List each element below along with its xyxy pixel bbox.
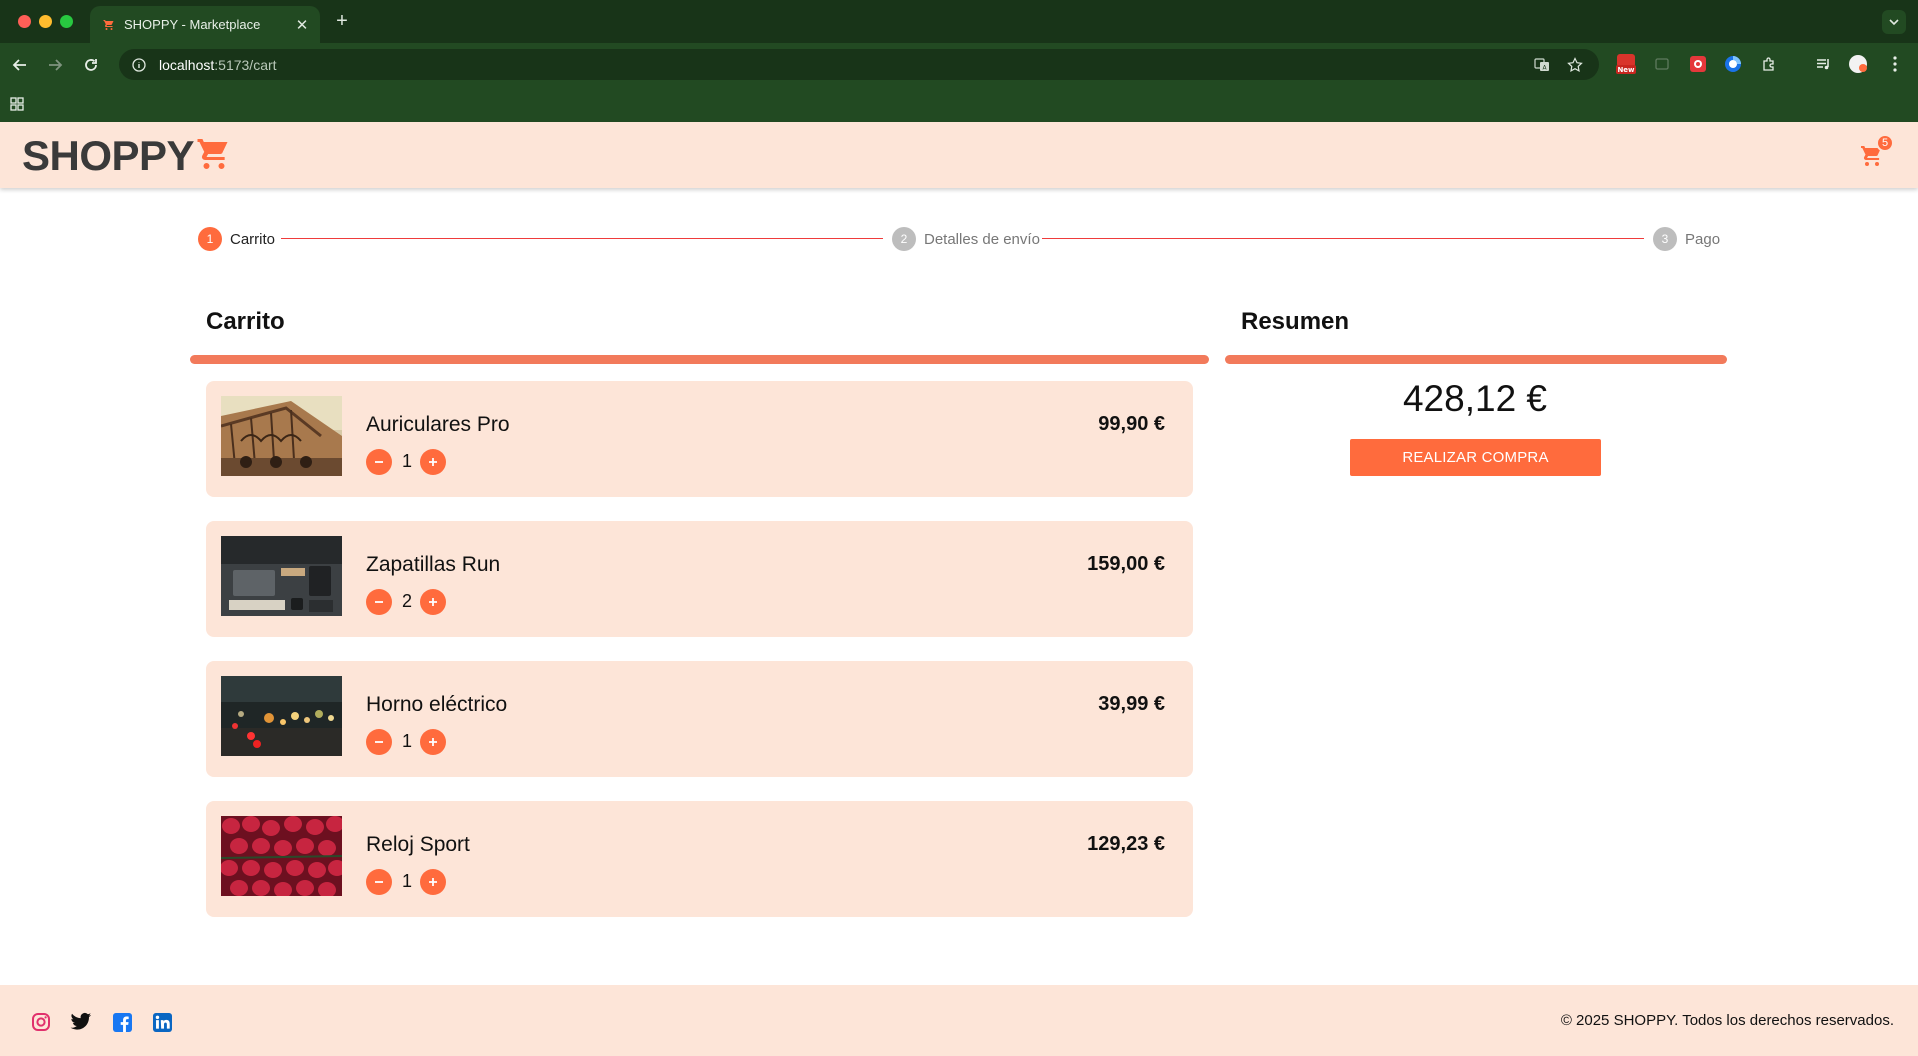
minimize-window-button[interactable] xyxy=(39,15,52,28)
copyright-text: © 2025 SHOPPY. Todos los derechos reserv… xyxy=(1560,1012,1894,1029)
increase-quantity-button[interactable] xyxy=(420,729,446,755)
cart-item: Auriculares Pro 99,90 € 1 xyxy=(206,381,1193,497)
increase-quantity-button[interactable] xyxy=(420,589,446,615)
decrease-quantity-button[interactable] xyxy=(366,869,392,895)
step-connector xyxy=(281,238,883,239)
product-name: Auriculares Pro xyxy=(366,413,510,436)
translate-icon[interactable]: A xyxy=(1533,56,1551,74)
quantity-value: 1 xyxy=(401,731,412,751)
cart-favicon-icon xyxy=(102,18,116,32)
step-number: 2 xyxy=(892,227,916,251)
footer: © 2025 SHOPPY. Todos los derechos reserv… xyxy=(0,985,1918,1056)
app-header: SHOPPY 5 xyxy=(0,122,1918,188)
step-number: 1 xyxy=(198,227,222,251)
step-label: Carrito xyxy=(230,230,276,248)
quantity-value: 2 xyxy=(401,591,412,611)
step-label: Pago xyxy=(1685,230,1721,248)
product-price: 39,99 € xyxy=(1098,693,1165,715)
cart-item: Horno eléctrico 39,99 € 1 xyxy=(206,661,1193,777)
instagram-icon[interactable] xyxy=(30,1011,52,1033)
step-connector xyxy=(1042,238,1644,239)
logo[interactable]: SHOPPY xyxy=(22,132,232,180)
checkout-button[interactable]: REALIZAR COMPRA xyxy=(1350,439,1601,476)
tab-close-icon[interactable]: ✕ xyxy=(294,16,310,34)
extension-new-icon[interactable]: New xyxy=(1615,53,1637,75)
cart-count-badge: 5 xyxy=(1876,134,1894,152)
apps-grid-icon[interactable] xyxy=(10,97,26,113)
product-name: Reloj Sport xyxy=(366,833,470,856)
profile-avatar-icon[interactable] xyxy=(1847,53,1869,75)
facebook-icon[interactable] xyxy=(111,1011,133,1033)
increase-quantity-button[interactable] xyxy=(420,449,446,475)
order-total: 428,12 € xyxy=(1402,378,1548,419)
twitter-icon[interactable] xyxy=(70,1011,92,1033)
url-host: localhost xyxy=(159,56,215,73)
product-price: 129,23 € xyxy=(1087,833,1165,855)
media-controls-icon[interactable] xyxy=(1812,53,1834,75)
product-image xyxy=(221,536,342,616)
product-image xyxy=(221,396,342,476)
address-bar[interactable]: localhost:5173/cart A xyxy=(119,49,1599,80)
cart-title: Carrito xyxy=(206,308,285,335)
summary-divider xyxy=(1225,355,1727,364)
url-path: :5173/cart xyxy=(214,56,277,73)
checkout-stepper: 1 Carrito 2 Detalles de envío 3 Pago xyxy=(198,226,1720,252)
step-shipping[interactable]: 2 Detalles de envío xyxy=(892,226,1040,252)
step-label: Detalles de envío xyxy=(924,230,1040,248)
browser-toolbar: localhost:5173/cart A New xyxy=(0,43,1918,86)
new-tab-icon[interactable]: + xyxy=(332,10,352,33)
browser-tab[interactable]: SHOPPY - Marketplace ✕ xyxy=(90,6,320,43)
increase-quantity-button[interactable] xyxy=(420,869,446,895)
browser-tab-strip: SHOPPY - Marketplace ✕ + xyxy=(0,0,1918,43)
tab-search-icon[interactable] xyxy=(1882,10,1906,34)
maximize-window-button[interactable] xyxy=(60,15,73,28)
back-icon[interactable] xyxy=(8,53,32,77)
product-image xyxy=(221,816,342,896)
reload-icon[interactable] xyxy=(79,53,103,77)
step-payment[interactable]: 3 Pago xyxy=(1653,226,1720,252)
logo-text: SHOPPY xyxy=(22,132,195,179)
product-price: 99,90 € xyxy=(1098,413,1165,435)
tab-title: SHOPPY - Marketplace xyxy=(124,17,261,32)
product-image xyxy=(221,676,342,756)
quantity-value: 1 xyxy=(401,871,412,891)
decrease-quantity-button[interactable] xyxy=(366,589,392,615)
extensions-puzzle-icon[interactable] xyxy=(1758,53,1780,75)
linkedin-icon[interactable] xyxy=(151,1011,173,1033)
site-info-icon[interactable] xyxy=(131,57,147,73)
svg-text:New: New xyxy=(1617,66,1635,74)
bookmark-star-icon[interactable] xyxy=(1566,56,1584,74)
bookmarks-bar xyxy=(0,86,1918,122)
step-cart[interactable]: 1 Carrito xyxy=(198,226,275,252)
cart-item: Zapatillas Run 159,00 € 2 xyxy=(206,521,1193,637)
extension-window-icon[interactable] xyxy=(1651,53,1673,75)
product-name: Horno eléctrico xyxy=(366,693,508,716)
product-price: 159,00 € xyxy=(1087,553,1165,575)
cart-item: Reloj Sport 129,23 € 1 xyxy=(206,801,1193,917)
step-number: 3 xyxy=(1653,227,1677,251)
extension-blue-icon[interactable] xyxy=(1722,53,1744,75)
decrease-quantity-button[interactable] xyxy=(366,449,392,475)
logo-cart-icon xyxy=(196,136,232,177)
extension-red-icon[interactable] xyxy=(1687,53,1709,75)
cart-divider xyxy=(190,355,1209,364)
close-window-button[interactable] xyxy=(18,15,31,28)
quantity-value: 1 xyxy=(401,451,412,471)
decrease-quantity-button[interactable] xyxy=(366,729,392,755)
summary-title: Resumen xyxy=(1241,308,1350,335)
forward-icon[interactable] xyxy=(43,53,67,77)
browser-menu-icon[interactable] xyxy=(1884,53,1906,75)
product-name: Zapatillas Run xyxy=(366,553,501,576)
